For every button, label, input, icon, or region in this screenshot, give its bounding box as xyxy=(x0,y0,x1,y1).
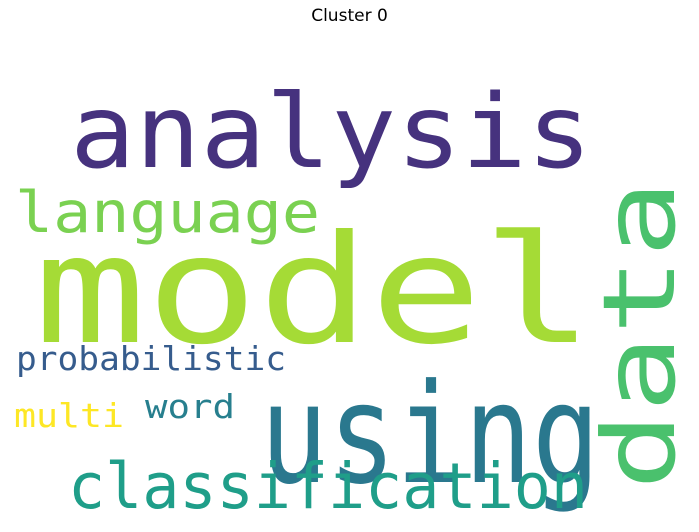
word-word: word xyxy=(145,387,235,426)
word-cloud-svg: model analysis using data language class… xyxy=(14,73,690,522)
word-classification: classification xyxy=(68,450,588,522)
word-language: language xyxy=(15,180,320,246)
word-analysis: analysis xyxy=(70,73,592,192)
word-probabilistic: probabilistic xyxy=(16,339,286,378)
word-data: data xyxy=(581,180,690,490)
word-multi: multi xyxy=(14,396,124,435)
word-cloud: model analysis using data language class… xyxy=(10,42,690,522)
chart-title: Cluster 0 xyxy=(311,6,388,26)
